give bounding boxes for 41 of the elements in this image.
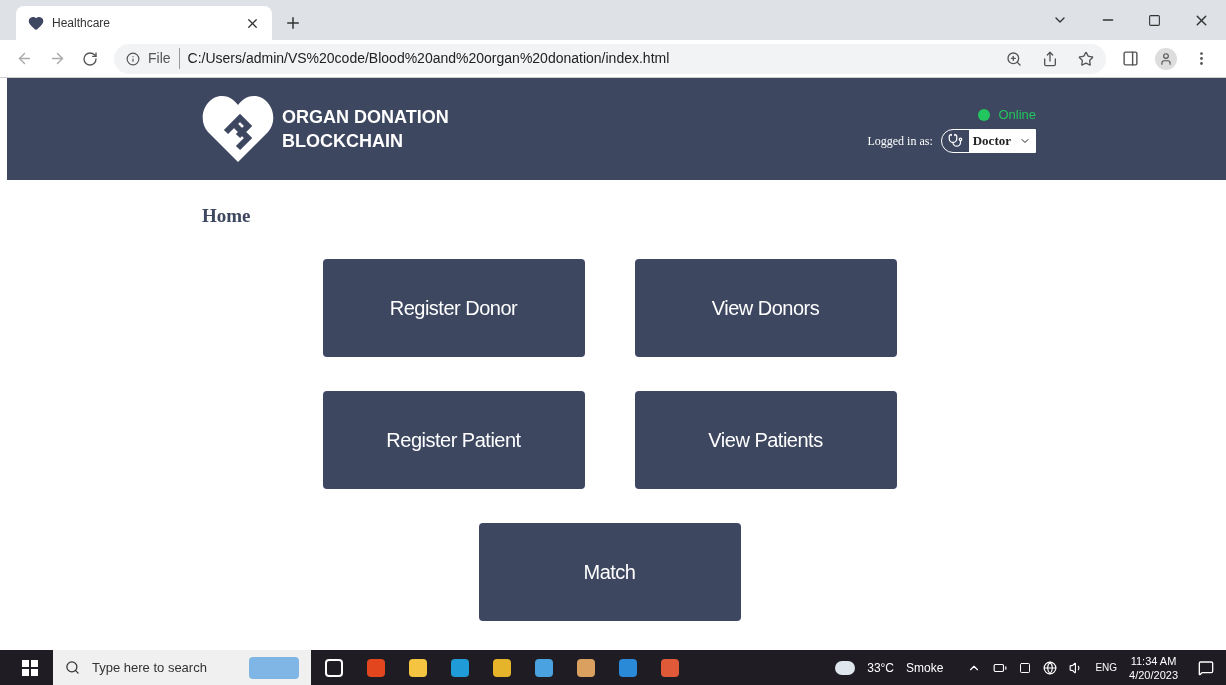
heart-logo-icon	[202, 94, 274, 164]
weather-cloud-icon	[835, 660, 856, 675]
tab-title: Healthcare	[52, 15, 112, 32]
search-icon	[65, 660, 80, 675]
new-tab-icon[interactable]	[284, 14, 302, 32]
action-button[interactable]: View Donors	[634, 258, 897, 357]
status-text: Online	[998, 106, 1036, 125]
stethoscope-icon	[947, 133, 963, 149]
profile-icon[interactable]	[1155, 47, 1177, 70]
clock-date: 4/20/2023	[1129, 667, 1178, 682]
action-button[interactable]: Match	[478, 522, 741, 621]
info-icon	[126, 51, 140, 66]
search-placeholder: Type here to search	[92, 658, 208, 677]
action-button[interactable]: Register Donor	[322, 258, 585, 357]
action-button[interactable]: Register Patient	[322, 390, 585, 489]
breadcrumb: Home	[202, 205, 251, 226]
role-value: Doctor	[972, 132, 1011, 150]
windows-icon	[22, 659, 38, 676]
restore-icon[interactable]	[1148, 13, 1161, 27]
network-icon[interactable]	[1043, 660, 1058, 675]
heart-icon	[28, 15, 44, 31]
browser-tab[interactable]: Healthcare	[16, 6, 272, 40]
temperature-text: 33°C	[867, 659, 895, 677]
share-icon[interactable]	[1042, 50, 1058, 67]
zoom-icon[interactable]	[1006, 50, 1022, 67]
device-icon[interactable]	[1019, 661, 1032, 674]
language-indicator[interactable]: ENG	[1095, 660, 1118, 675]
taskbar-search-field[interactable]: Type here to search	[53, 650, 311, 685]
url-text: C:/Users/admin/VS%20code/Blood%20and%20organ%20donation/index.html	[187, 49, 671, 68]
action-button[interactable]: View Patients	[634, 390, 897, 489]
brand-text: BLOCKCHAIN	[282, 130, 404, 153]
logged-in-label: Logged in as:	[867, 132, 933, 150]
notifications-icon[interactable]	[1198, 659, 1214, 676]
side-panel-icon[interactable]	[1122, 50, 1139, 67]
reload-icon[interactable]	[82, 50, 98, 67]
weather-text: Smoke	[906, 659, 944, 677]
scheme-label: File	[148, 48, 180, 69]
address-bar[interactable]: File C:/Users/admin/VS%20code/Blood%20and%20organ%20donation/index.html	[114, 43, 1106, 74]
clock-time: 11:34 AM	[1130, 653, 1177, 668]
brand-text: ORGAN DONATION	[282, 106, 449, 129]
bookmark-star-icon[interactable]	[1078, 50, 1094, 67]
